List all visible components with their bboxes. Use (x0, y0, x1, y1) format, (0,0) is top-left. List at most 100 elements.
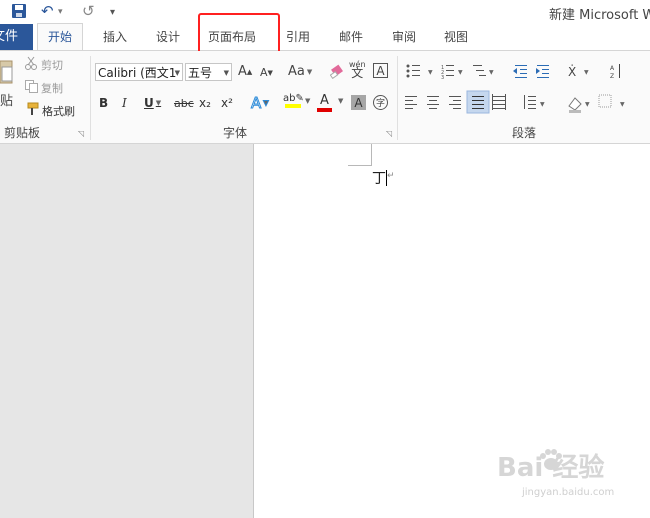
change-case-icon: Aa (288, 64, 305, 79)
bullets-icon (406, 64, 420, 78)
sort-icon: AZ (610, 64, 620, 80)
copy-icon[interactable] (25, 80, 38, 93)
grow-font-button[interactable]: A ▲ (238, 64, 252, 79)
bold-button[interactable]: B (99, 96, 108, 110)
customize-qat-icon[interactable]: ▾ (110, 7, 115, 18)
paragraph-mark-icon: ↵ (387, 171, 395, 181)
svg-text:▼: ▼ (458, 69, 463, 76)
clipboard-group-label: 剪贴板 (4, 126, 41, 140)
tab-design[interactable]: 设计 (156, 24, 180, 50)
numbering-icon: 123 (441, 65, 454, 81)
svg-text:A: A (610, 65, 615, 72)
font-size-combo[interactable]: 五号 ▼ (185, 63, 232, 81)
copy-button[interactable]: 复制 (41, 80, 63, 96)
watermark-url: jingyan.baidu.com (522, 487, 615, 498)
text-effects-button[interactable]: A ▼ (250, 94, 269, 113)
format-painter-icon[interactable] (25, 102, 39, 116)
format-painter-button[interactable]: 格式刷 (42, 103, 75, 119)
redo-icon[interactable]: ↺ (82, 2, 95, 20)
tab-file[interactable]: 文件 (0, 24, 33, 50)
chevron-down-icon: ▼ (306, 67, 313, 76)
group-divider (90, 56, 91, 140)
line-spacing-icon (524, 95, 536, 109)
shading-icon (568, 97, 582, 113)
italic-button[interactable]: I (122, 96, 127, 110)
highlight-color-swatch (285, 104, 302, 108)
ribbon-tab-bar (0, 24, 650, 51)
tab-home[interactable]: 开始 (37, 23, 84, 50)
font-color-button[interactable]: A (317, 93, 332, 112)
tab-mailings[interactable]: 邮件 (339, 24, 363, 50)
svg-text:▼: ▼ (620, 101, 625, 108)
window-title: 新建 Microsoft W (549, 8, 650, 23)
shrink-font-button[interactable]: A ▼ (260, 66, 273, 79)
group-divider (397, 56, 398, 140)
align-center-icon (427, 96, 439, 109)
undo-dropdown-icon[interactable]: ▾ (58, 7, 63, 17)
font-color-swatch (317, 108, 332, 112)
underline-button[interactable]: U ▼ (144, 96, 161, 110)
paragraph-icons: ▼ 123 ▼ ▼ Ẋ ▼ AZ ▼ ▼ ▼ (405, 64, 625, 114)
character-border-button[interactable]: A (373, 63, 388, 78)
distributed-icon (492, 94, 506, 110)
align-right-icon (449, 96, 461, 109)
underline-icon: U (144, 96, 154, 110)
highlight-color-button[interactable]: ab✎ (283, 93, 304, 108)
enclose-characters-button[interactable]: 字 (373, 95, 388, 110)
font-color-icon: A (320, 93, 329, 108)
strikethrough-button[interactable]: abc (174, 97, 194, 110)
chevron-down-icon: ▼ (263, 99, 269, 108)
svg-text:▼: ▼ (584, 69, 589, 76)
font-name-combo[interactable]: Calibri (西文1 ▼ (95, 63, 183, 81)
paw-logo-icon (540, 449, 562, 470)
shrink-font-icon: A (260, 66, 268, 79)
chevron-down-icon[interactable]: ▼ (303, 97, 310, 105)
svg-text:3: 3 (441, 75, 444, 81)
change-case-button[interactable]: Aa ▼ (288, 64, 312, 79)
tab-review[interactable]: 审阅 (392, 24, 416, 50)
font-group-label: 字体 (223, 126, 248, 140)
paragraph-group-label: 段落 (512, 126, 537, 140)
align-left-icon (405, 96, 417, 109)
svg-text:▼: ▼ (428, 69, 433, 76)
highlighter-icon: ab✎ (283, 93, 304, 104)
tab-references[interactable]: 引用 (286, 24, 310, 50)
crop-mark (371, 144, 372, 166)
chevron-down-icon: ▼ (155, 99, 162, 107)
tab-insert[interactable]: 插入 (103, 24, 127, 50)
cut-button[interactable]: 剪切 (41, 57, 63, 73)
paste-button[interactable]: 贴 (0, 90, 13, 109)
tab-view[interactable]: 视图 (444, 24, 468, 50)
subscript-button[interactable]: x₂ (199, 96, 211, 110)
increase-indent-icon (536, 65, 549, 78)
font-launcher-icon[interactable]: ◹ (386, 129, 392, 138)
superscript-button[interactable]: x² (221, 96, 233, 110)
chevron-down-icon: ▼ (223, 69, 229, 77)
phonetic-guide-icon: 文 (351, 66, 364, 80)
text-effects-icon: A (250, 94, 262, 113)
decrease-indent-icon (513, 65, 527, 78)
phonetic-guide-button[interactable]: wén 文 (349, 60, 366, 80)
borders-icon (598, 94, 612, 108)
chevron-down-icon: ▼ (174, 69, 180, 77)
multilevel-list-icon (473, 65, 486, 76)
grow-font-icon: A (238, 64, 247, 79)
save-icon[interactable] (12, 4, 26, 18)
paste-icon[interactable] (0, 57, 14, 87)
clipboard-launcher-icon[interactable]: ◹ (78, 129, 84, 138)
svg-text:▼: ▼ (585, 101, 590, 108)
font-size-value: 五号 (188, 66, 213, 80)
document-text[interactable]: 丁 (372, 168, 386, 188)
svg-text:▼: ▼ (540, 101, 545, 108)
cut-icon[interactable] (25, 56, 37, 70)
crop-mark (348, 165, 371, 166)
justify-selected-bg (466, 90, 490, 114)
clear-formatting-icon[interactable] (330, 63, 346, 79)
svg-text:▼: ▼ (489, 69, 494, 76)
character-shading-button[interactable]: A (351, 95, 366, 110)
chinese-layout-icon: Ẋ (568, 64, 576, 79)
font-name-value: Calibri (西文1 (98, 66, 177, 80)
chevron-down-icon[interactable]: ▼ (336, 97, 343, 105)
undo-icon[interactable]: ↶ (41, 2, 54, 20)
svg-text:Z: Z (610, 73, 614, 80)
